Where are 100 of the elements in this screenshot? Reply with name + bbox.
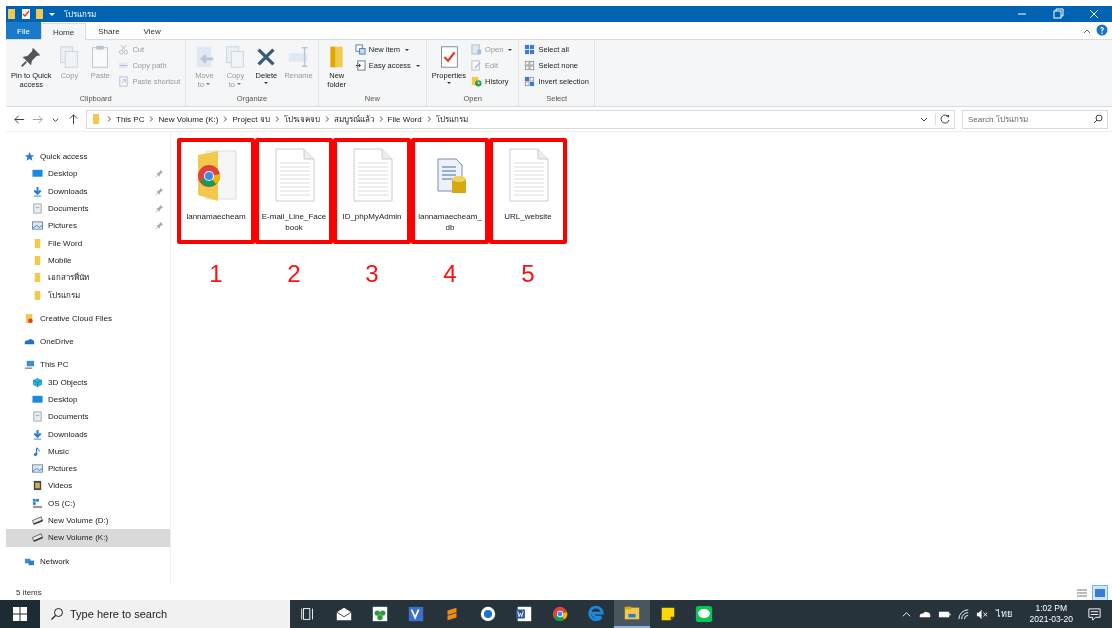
folder-icon <box>32 289 43 301</box>
annotation-number: 4 <box>443 262 457 286</box>
nav-item[interactable]: Documents <box>6 199 170 218</box>
speaker-muted-icon[interactable] <box>975 607 989 621</box>
cube-icon <box>32 376 43 388</box>
history-icon <box>471 76 483 87</box>
nav-item[interactable]: Quick access <box>6 148 170 166</box>
nav-item[interactable]: Mobile <box>6 251 170 270</box>
file-item[interactable]: E-mail_Line_Face book <box>255 138 333 244</box>
annotation-number: 1 <box>209 262 223 286</box>
computer-icon <box>24 359 35 371</box>
breadcrumb[interactable]: โปรแกรม <box>435 112 468 126</box>
folder-icon <box>623 604 641 622</box>
nav-item[interactable]: New Volume (D:) <box>6 511 170 530</box>
nav-item[interactable]: Desktop <box>6 390 170 409</box>
annotation-number: 3 <box>365 262 379 286</box>
annotation-number: 5 <box>521 262 535 286</box>
address-bar[interactable]: This PC New Volume (K:) Project จบ โปรเจคจบ สมบูรณ์แล้ว File Word โปรแกรม <box>86 109 955 129</box>
drive-icon <box>32 515 43 527</box>
breadcrumb[interactable]: This PC <box>116 114 145 124</box>
nav-item[interactable]: OS (C:) <box>6 494 170 512</box>
clock[interactable]: 1:02 PM 2021-03-20 <box>1029 602 1073 626</box>
wifi-icon[interactable] <box>956 607 970 621</box>
star-icon <box>24 151 35 163</box>
download-icon <box>32 428 43 440</box>
windows-start-icon[interactable] <box>0 600 40 628</box>
scissors-icon <box>118 44 130 55</box>
search-icon <box>50 607 64 621</box>
large-icons-view-icon[interactable] <box>1092 584 1108 601</box>
caret-icon[interactable] <box>48 10 56 18</box>
nav-item[interactable]: New Volume (K:) <box>6 529 170 547</box>
notification-icon[interactable] <box>1087 606 1102 622</box>
folder-icon <box>32 272 43 284</box>
search-icon <box>1093 114 1103 124</box>
properties-icon[interactable] <box>20 8 32 20</box>
desktop-icon <box>32 394 43 405</box>
folder-icon[interactable] <box>34 8 46 20</box>
document-icon <box>32 411 43 423</box>
breadcrumb[interactable]: สมบูรณ์แล้ว <box>333 112 374 126</box>
cloud-folder-icon <box>24 312 35 324</box>
pictures-icon <box>32 463 43 475</box>
ribbon-tab[interactable]: Home <box>40 23 87 40</box>
breadcrumb[interactable]: โปรเจคจบ <box>283 112 320 126</box>
app-icon <box>407 605 425 623</box>
sticky-note-icon <box>659 605 677 623</box>
paste-shortcut-icon <box>118 76 130 87</box>
music-note-icon <box>32 445 43 457</box>
file-item[interactable]: lannamaecheam <box>177 138 255 244</box>
file-item[interactable]: ID_phpMyAdmin <box>333 138 411 244</box>
nav-item[interactable]: Downloads <box>6 425 170 443</box>
nav-item[interactable]: OneDrive <box>6 332 170 351</box>
ribbon-tab[interactable]: File <box>6 22 41 39</box>
up-arrow-icon[interactable] <box>67 112 80 126</box>
drive-icon <box>32 532 43 544</box>
nav-item[interactable]: 3D Objects <box>6 373 170 391</box>
film-icon <box>32 480 43 492</box>
download-icon <box>32 185 43 197</box>
taskbar-search-field[interactable]: Type here to search <box>40 600 290 628</box>
breadcrumb[interactable]: Project จบ <box>232 112 270 126</box>
file-item[interactable]: lannamaecheam_ db <box>411 138 489 244</box>
nav-item[interactable]: This PC <box>6 356 170 374</box>
app-icon <box>371 605 389 623</box>
file-item[interactable]: URL_website <box>489 138 567 244</box>
nav-item[interactable]: Pictures <box>6 217 170 235</box>
nav-item[interactable]: Music <box>6 442 170 461</box>
nav-item[interactable]: เอกสารพี่นัท <box>6 269 170 287</box>
folder-icon <box>90 113 102 125</box>
chat-icon <box>695 605 713 623</box>
document-app-icon <box>515 605 533 623</box>
nav-item[interactable]: Documents <box>6 408 170 426</box>
nav-item[interactable]: Videos <box>6 477 170 495</box>
easy-access-icon <box>354 60 366 71</box>
nav-item[interactable]: Network <box>6 552 170 570</box>
folder-icon[interactable] <box>6 8 18 20</box>
nav-item[interactable]: Pictures <box>6 460 170 478</box>
nav-item[interactable]: Creative Cloud Files <box>6 309 170 327</box>
language-indicator[interactable]: ไทย <box>995 607 1012 621</box>
edit-icon <box>471 60 483 71</box>
app-icon <box>479 605 497 623</box>
annotation-number: 2 <box>287 262 301 286</box>
select-none-icon <box>524 60 536 71</box>
breadcrumb[interactable]: File Word <box>387 114 422 124</box>
pictures-icon <box>32 220 43 232</box>
search-field[interactable]: Search โปรแกรม <box>962 109 1108 129</box>
nav-item[interactable]: Desktop <box>6 165 170 183</box>
new-item-icon <box>354 44 366 55</box>
nav-item[interactable]: File Word <box>6 234 170 252</box>
folder-icon <box>32 254 43 266</box>
nav-item[interactable]: Downloads <box>6 182 170 200</box>
breadcrumb[interactable]: New Volume (K:) <box>158 114 219 124</box>
folder-icon <box>32 237 43 249</box>
open-icon <box>471 44 483 55</box>
browser-icon <box>587 605 605 623</box>
nav-item[interactable]: โปรแกรม <box>6 286 170 304</box>
envelope-icon <box>335 605 353 623</box>
document-icon <box>32 203 43 215</box>
windows-drive-icon <box>32 497 43 509</box>
select-all-icon <box>524 44 536 55</box>
window-title: โปรแกรม <box>64 8 97 21</box>
help-icon[interactable] <box>1096 24 1108 36</box>
